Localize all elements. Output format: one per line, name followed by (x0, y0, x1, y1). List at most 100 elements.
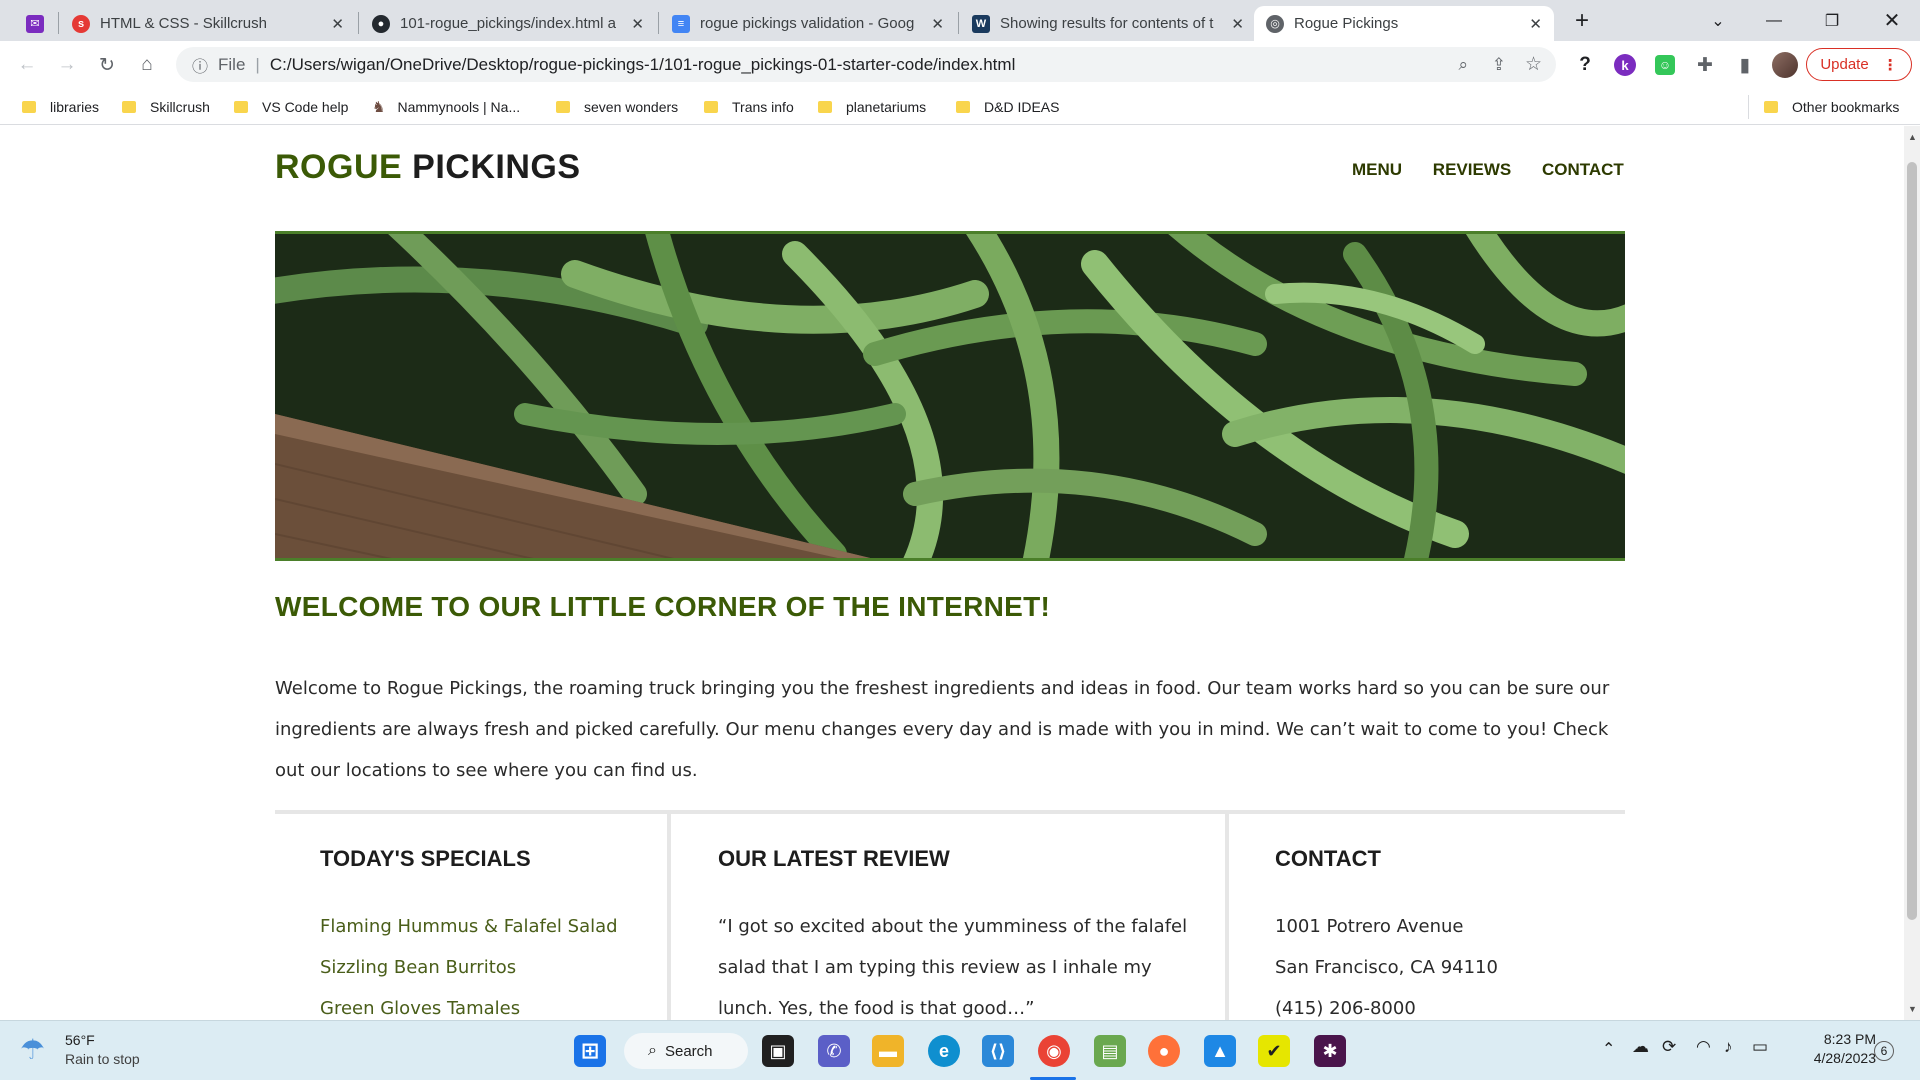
search-label: Search (664, 1042, 713, 1060)
tab-validator[interactable]: W Showing results for contents of t ✕ (960, 6, 1256, 41)
close-icon[interactable]: ✕ (331, 15, 344, 33)
bookmark-planetariums[interactable]: planetariums (818, 96, 926, 118)
bookmark-skillcrush[interactable]: Skillcrush (122, 96, 210, 118)
folder-icon (234, 101, 248, 113)
folder-icon (122, 101, 136, 113)
bookmark-label: D&D IDEAS (984, 99, 1060, 115)
volume-icon[interactable]: ♪ (1724, 1037, 1733, 1057)
minimize-button[interactable]: — (1746, 0, 1802, 41)
avatar[interactable] (1772, 52, 1798, 78)
bookmark-trans-info[interactable]: Trans info (704, 96, 794, 118)
tab-rogue-pickings[interactable]: ◎ Rogue Pickings ✕ (1254, 6, 1554, 41)
clock[interactable]: 8:23 PM 4/28/2023 (1790, 1031, 1876, 1066)
other-bookmarks[interactable]: Other bookmarks (1764, 96, 1899, 118)
sync-icon[interactable]: ⟳ (1662, 1037, 1676, 1057)
tab-label: Rogue Pickings (1294, 15, 1399, 32)
close-icon[interactable]: ✕ (931, 15, 944, 33)
special-item[interactable]: Green Gloves Tamales (320, 988, 650, 1020)
character-icon: ♞ (372, 99, 386, 116)
site-logo[interactable]: ROGUE PICKINGS (275, 148, 581, 187)
tab-label: HTML & CSS - Skillcrush (100, 15, 267, 32)
nav-contact-link[interactable]: CONTACT (1542, 160, 1624, 179)
close-icon[interactable]: ✕ (1231, 15, 1244, 33)
special-item[interactable]: Flaming Hummus & Falafel Salad (320, 906, 650, 947)
new-tab-button[interactable]: + (1554, 0, 1610, 41)
page-scrollbar[interactable]: ▲ ▼ (1904, 126, 1920, 1020)
review-heading: OUR LATEST REVIEW (718, 846, 950, 871)
logo-word-pickings: PICKINGS (412, 148, 581, 186)
photos-app-icon[interactable]: ▲ (1204, 1035, 1236, 1067)
tab-label: Showing results for contents of t (1000, 15, 1214, 32)
grammar-extension-icon[interactable]: ☺ (1655, 55, 1675, 75)
tab-search-chevron-icon[interactable]: ⌄ (1690, 0, 1746, 41)
tab-skillcrush[interactable]: s HTML & CSS - Skillcrush ✕ (60, 6, 356, 41)
bookmark-label: Skillcrush (150, 99, 210, 115)
edge-browser-icon[interactable]: e (928, 1035, 960, 1067)
contact-phone[interactable]: (415) 206-8000 (1275, 988, 1605, 1020)
firefox-icon[interactable]: ● (1148, 1035, 1180, 1067)
close-window-button[interactable]: ✕ (1864, 0, 1920, 41)
update-button[interactable]: Update ⋮ (1806, 48, 1912, 81)
reload-icon[interactable]: ↻ (94, 52, 120, 78)
chrome-browser-icon[interactable]: ◉ (1038, 1035, 1070, 1067)
task-view-icon[interactable]: ▣ (762, 1035, 794, 1067)
taskbar-search-box[interactable]: ⌕ Search (624, 1033, 748, 1069)
show-hidden-icons-chevron-icon[interactable]: ⌃ (1602, 1039, 1615, 1059)
bookmark-nammynools[interactable]: ♞ Nammynools | Na... (372, 96, 520, 118)
slack-icon[interactable]: ✱ (1314, 1035, 1346, 1067)
help-extension-icon[interactable]: ? (1572, 52, 1598, 78)
contact-city-line: San Francisco, CA 94110 (1275, 957, 1498, 978)
tab-mail[interactable]: ✉ (14, 6, 54, 41)
scrollbar-thumb[interactable] (1907, 162, 1917, 920)
zoom-icon[interactable]: ⌕ (1458, 55, 1468, 75)
side-panel-icon[interactable]: ▮ (1732, 52, 1758, 78)
battery-icon[interactable]: ▭ (1752, 1037, 1768, 1057)
weather-icon[interactable]: ☂ (20, 1033, 45, 1066)
folder-icon (1764, 101, 1778, 113)
url-text[interactable]: C:/Users/wigan/OneDrive/Desktop/rogue-pi… (270, 55, 1016, 75)
nav-menu-link[interactable]: MENU (1352, 160, 1402, 179)
bookmark-libraries[interactable]: libraries (22, 96, 99, 118)
main-nav: MENU REVIEWS CONTACT (1352, 160, 1624, 180)
wifi-icon[interactable]: ◠ (1696, 1037, 1711, 1057)
browser-toolbar: ← → ↻ ⌂ ⓘ File | C:/Users/wigan/OneDrive… (0, 41, 1920, 88)
update-label: Update (1820, 56, 1869, 73)
scroll-up-arrow-icon[interactable]: ▲ (1908, 132, 1917, 142)
kebab-menu-icon[interactable]: ⋮ (1883, 56, 1898, 74)
teams-chat-icon[interactable]: ✆ (818, 1035, 850, 1067)
vs-code-icon[interactable]: ⟨⟩ (982, 1035, 1014, 1067)
windows-start-icon[interactable]: ⊞ (574, 1035, 606, 1067)
notification-badge[interactable]: 6 (1874, 1041, 1894, 1061)
section-divider (275, 810, 1625, 814)
k-extension-icon[interactable]: k (1614, 54, 1636, 76)
validator-icon: W (972, 14, 990, 33)
nav-reviews-link[interactable]: REVIEWS (1433, 160, 1511, 179)
bookmark-star-icon[interactable]: ☆ (1525, 53, 1542, 76)
bookmark-label: libraries (50, 99, 100, 115)
bookmark-seven-wonders[interactable]: seven wonders (556, 96, 678, 118)
info-icon[interactable]: ⓘ (192, 53, 208, 77)
norton-check-icon[interactable]: ✔ (1258, 1035, 1290, 1067)
scroll-down-arrow-icon[interactable]: ▼ (1908, 1004, 1917, 1014)
puzzle-extensions-icon[interactable]: ✚ (1692, 52, 1718, 78)
tab-github[interactable]: ● 101-rogue_pickings/index.html a ✕ (360, 6, 656, 41)
weather-temp[interactable]: 56°F (65, 1032, 95, 1048)
forward-arrow-icon[interactable]: → (54, 52, 80, 78)
folder-icon (22, 101, 36, 113)
bookmark-vs-code-help[interactable]: VS Code help (234, 96, 348, 118)
close-icon[interactable]: ✕ (631, 15, 644, 33)
bookmark-dnd-ideas[interactable]: D&D IDEAS (956, 96, 1059, 118)
onedrive-cloud-icon[interactable]: ☁ (1632, 1037, 1649, 1057)
bookmark-label: Trans info (732, 99, 794, 115)
close-icon[interactable]: ✕ (1529, 15, 1542, 33)
special-item[interactable]: Sizzling Bean Burritos (320, 947, 650, 988)
home-icon[interactable]: ⌂ (134, 52, 160, 78)
restore-button[interactable]: ❐ (1804, 0, 1860, 41)
address-bar[interactable]: ⓘ File | C:/Users/wigan/OneDrive/Desktop… (176, 47, 1556, 82)
share-icon[interactable]: ⇪ (1492, 55, 1506, 75)
file-explorer-icon[interactable]: ▬ (872, 1035, 904, 1067)
tab-docs[interactable]: ≡ rogue pickings validation - Goog ✕ (660, 6, 956, 41)
windows-taskbar: ☂ 56°F Rain to stop ⊞ ⌕ Search ▣ ✆ ▬ e ⟨… (0, 1020, 1920, 1080)
back-arrow-icon[interactable]: ← (14, 52, 40, 78)
spreadsheet-app-icon[interactable]: ▤ (1094, 1035, 1126, 1067)
